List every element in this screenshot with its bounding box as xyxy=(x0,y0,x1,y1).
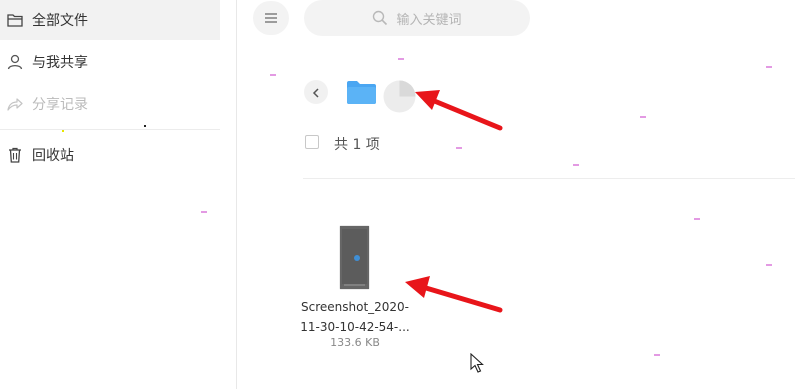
artifact-speck xyxy=(766,264,772,266)
sidebar-item-share-history[interactable]: 分享记录 xyxy=(0,84,220,124)
app-window: 全部文件 与我共享 分享记录 回收站 输入关键词 共 1 项 Screensho… xyxy=(0,0,795,389)
annotation-arrow-icon xyxy=(415,90,503,131)
artifact-speck xyxy=(573,164,579,166)
artifact-speck xyxy=(456,147,462,149)
chevron-left-icon xyxy=(312,83,320,102)
folder-outline-icon xyxy=(6,11,24,29)
artifact-speck xyxy=(654,354,660,356)
mouse-cursor-icon xyxy=(470,353,484,373)
search-input[interactable]: 输入关键词 xyxy=(304,0,530,36)
artifact-speck xyxy=(640,116,646,118)
sidebar-item-label: 分享记录 xyxy=(32,97,88,113)
user-icon xyxy=(6,53,24,71)
search-placeholder: 输入关键词 xyxy=(396,12,462,28)
artifact-speck xyxy=(398,58,404,60)
file-name-line1: Screenshot_2020- xyxy=(300,300,410,314)
file-name[interactable]: Screenshot_2020- 11-30-10-42-54-... xyxy=(300,297,410,337)
search-icon xyxy=(372,10,388,26)
folder-icon xyxy=(346,81,377,109)
sidebar-item-shared-with-me[interactable]: 与我共享 xyxy=(0,42,220,82)
back-button[interactable] xyxy=(304,80,328,104)
breadcrumb-folder[interactable] xyxy=(346,80,377,109)
sidebar-divider xyxy=(0,129,220,130)
file-thumbnail[interactable] xyxy=(340,226,369,289)
artifact-speck xyxy=(694,218,700,220)
item-count: 共 1 项 xyxy=(334,137,380,153)
artifact-speck xyxy=(766,66,772,68)
sidebar: 全部文件 与我共享 分享记录 回收站 xyxy=(0,0,220,389)
artifact-speck xyxy=(270,74,276,76)
artifact-speck xyxy=(201,211,207,213)
file-name-line2: 11-30-10-42-54-... xyxy=(300,320,410,334)
sidebar-item-label: 全部文件 xyxy=(32,13,88,29)
menu-button[interactable] xyxy=(253,1,289,35)
sidebar-item-label: 回收站 xyxy=(32,148,74,164)
content-divider xyxy=(303,178,795,179)
sidebar-border xyxy=(236,0,237,389)
trash-icon xyxy=(6,146,24,164)
sidebar-item-recycle-bin[interactable]: 回收站 xyxy=(0,135,220,175)
share-icon xyxy=(6,95,24,113)
file-size: 133.6 KB xyxy=(330,336,380,349)
annotation-arrow-icon xyxy=(405,276,503,313)
artifact-speck xyxy=(144,125,146,127)
select-all-checkbox[interactable] xyxy=(305,135,319,149)
sidebar-item-label: 与我共享 xyxy=(32,55,88,71)
menu-icon xyxy=(264,9,278,28)
sidebar-item-all-files[interactable]: 全部文件 xyxy=(0,0,220,40)
artifact-speck xyxy=(62,130,64,132)
